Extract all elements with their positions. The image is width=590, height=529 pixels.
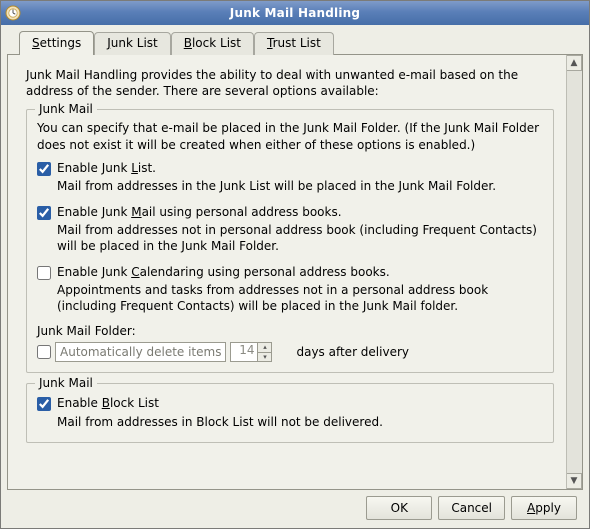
auto-delete-label: Automatically delete items: [60, 345, 221, 359]
scroll-track[interactable]: [567, 71, 582, 473]
checkbox-desc-junk-calendaring: Appointments and tasks from addresses no…: [57, 282, 543, 314]
tab-junk-list[interactable]: Junk List: [94, 32, 171, 55]
cancel-button[interactable]: Cancel: [438, 496, 505, 520]
app-icon: [5, 5, 21, 21]
tab-settings[interactable]: Settings: [19, 31, 94, 54]
checkbox-desc-block-list: Mail from addresses in Block List will n…: [57, 414, 543, 430]
tab-block-list[interactable]: Block List: [171, 32, 254, 55]
group-junk-desc: You can specify that e-mail be placed in…: [37, 120, 543, 152]
checkbox-row-junk-calendaring: Enable Junk Calendaring using personal a…: [37, 265, 543, 281]
checkbox-label: Enable Junk Calendaring using personal a…: [57, 265, 390, 281]
tab-label: Trust List: [267, 36, 321, 50]
scroll-down-button[interactable]: ▼: [567, 473, 582, 489]
intro-text: Junk Mail Handling provides the ability …: [26, 67, 550, 99]
days-spinner-input[interactable]: 14: [230, 342, 258, 362]
button-bar: OK Cancel Apply: [7, 490, 583, 524]
checkbox-row-junk-list: Enable Junk List.: [37, 161, 543, 177]
junk-folder-label: Junk Mail Folder:: [37, 324, 543, 338]
group-block-list: Junk Mail Enable Block List Mail from ad…: [26, 383, 554, 443]
checkbox-row-junk-mail-pab: Enable Junk Mail using personal address …: [37, 205, 543, 221]
checkbox-enable-junk-calendaring[interactable]: [37, 266, 51, 280]
checkbox-desc-junk-mail-pab: Mail from addresses not in personal addr…: [57, 222, 543, 254]
days-spinner: 14 ▴ ▾: [230, 342, 272, 362]
tab-trust-list[interactable]: Trust List: [254, 32, 334, 55]
tab-label: Junk List: [107, 36, 158, 50]
spinner-up[interactable]: ▴: [258, 342, 272, 352]
scroll-up-button[interactable]: ▲: [567, 55, 582, 71]
tabbar: Settings Junk List Block List Trust List: [7, 31, 583, 54]
tab-label: Block List: [184, 36, 241, 50]
checkbox-label: Enable Block List: [57, 396, 159, 412]
group-junk-mail: Junk Mail You can specify that e-mail be…: [26, 109, 554, 373]
vertical-scrollbar[interactable]: ▲ ▼: [566, 55, 582, 489]
group-legend: Junk Mail: [35, 102, 97, 116]
group-legend: Junk Mail: [35, 376, 97, 390]
days-suffix: days after delivery: [296, 345, 409, 359]
spinner-buttons: ▴ ▾: [258, 342, 272, 362]
spinner-down[interactable]: ▾: [258, 352, 272, 362]
titlebar: Junk Mail Handling: [1, 1, 589, 25]
client-area: Settings Junk List Block List Trust List…: [1, 25, 589, 528]
ok-button[interactable]: OK: [366, 496, 432, 520]
checkbox-desc-junk-list: Mail from addresses in the Junk List wil…: [57, 178, 543, 194]
apply-button[interactable]: Apply: [511, 496, 577, 520]
settings-scrollpane: Junk Mail Handling provides the ability …: [8, 55, 566, 489]
checkbox-enable-junk-list[interactable]: [37, 162, 51, 176]
tabpanel-settings: Junk Mail Handling provides the ability …: [7, 54, 583, 490]
tab-label: Settings: [32, 36, 81, 50]
window-title: Junk Mail Handling: [27, 6, 563, 20]
checkbox-auto-delete[interactable]: [37, 345, 51, 359]
dialog-junk-mail-handling: Junk Mail Handling Settings Junk List Bl…: [0, 0, 590, 529]
auto-delete-label-box: Automatically delete items: [55, 342, 226, 362]
auto-delete-row: Automatically delete items 14 ▴ ▾ days a…: [37, 342, 543, 362]
checkbox-enable-block-list[interactable]: [37, 397, 51, 411]
checkbox-enable-junk-mail-pab[interactable]: [37, 206, 51, 220]
checkbox-label: Enable Junk Mail using personal address …: [57, 205, 342, 221]
checkbox-label: Enable Junk List.: [57, 161, 156, 177]
checkbox-row-block-list: Enable Block List: [37, 396, 543, 412]
